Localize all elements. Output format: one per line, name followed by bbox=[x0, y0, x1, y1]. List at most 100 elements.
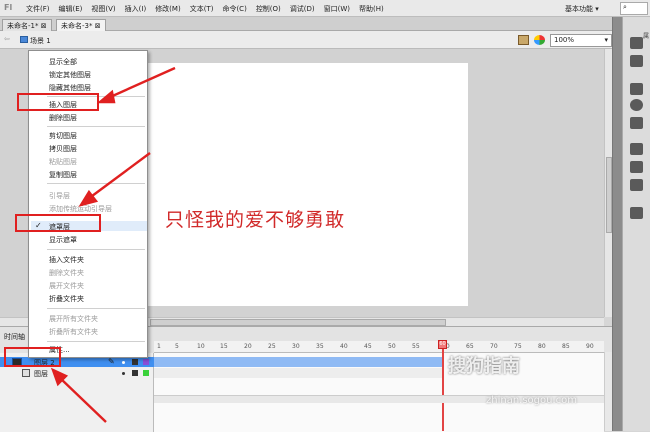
timeline-vertical-scrollbar[interactable] bbox=[604, 352, 612, 431]
annotation-box-layer bbox=[4, 347, 61, 367]
code-snippets-icon[interactable] bbox=[630, 207, 643, 219]
menu-item-guide: 引导层 bbox=[49, 192, 70, 200]
menu-text[interactable]: 文本(T) bbox=[190, 4, 214, 14]
stage-canvas[interactable] bbox=[130, 63, 468, 306]
components-icon[interactable] bbox=[630, 161, 643, 173]
layer-color-swatch[interactable] bbox=[143, 359, 149, 365]
menu-bar: Fl 文件(F) 编辑(E) 视图(V) 插入(I) 修改(M) 文本(T) 命… bbox=[0, 0, 650, 17]
lock-icon[interactable] bbox=[132, 359, 138, 365]
tools-panel bbox=[622, 17, 650, 431]
menu-debug[interactable]: 调试(D) bbox=[290, 4, 315, 14]
properties-label[interactable]: 属 bbox=[643, 31, 649, 40]
document-tabbar: 未命名-1* ⊠ 未命名-3* ⊠ bbox=[0, 17, 612, 31]
menu-insert[interactable]: 插入(I) bbox=[125, 4, 147, 14]
menu-items: 文件(F) 编辑(E) 视图(V) 插入(I) 修改(M) 文本(T) 命令(C… bbox=[26, 4, 384, 14]
timeline-ruler[interactable]: 1 5 10 15 20 25 30 35 40 45 50 55 60 65 … bbox=[154, 341, 604, 353]
align-icon[interactable] bbox=[630, 83, 643, 95]
menu-item-duplicate-layer[interactable]: 复制图层 bbox=[49, 170, 77, 180]
scene-label[interactable]: 场景 1 bbox=[30, 36, 51, 46]
tab-untitled-3[interactable]: 未命名-3* ⊠ bbox=[56, 19, 106, 31]
watermark-url: zhinan.sogou.com bbox=[486, 395, 578, 406]
menu-file[interactable]: 文件(F) bbox=[26, 4, 50, 14]
menu-separator bbox=[47, 249, 145, 250]
tick-label: 70 bbox=[490, 343, 498, 350]
menu-item-lock-others[interactable]: 锁定其他图层 bbox=[49, 70, 91, 80]
tick-label: 50 bbox=[388, 343, 396, 350]
tab-untitled-1[interactable]: 未命名-1* ⊠ bbox=[2, 19, 52, 31]
menu-item-hide-others[interactable]: 隐藏其他图层 bbox=[49, 83, 91, 93]
chevron-down-icon: ▾ bbox=[604, 36, 608, 44]
frames-area[interactable] bbox=[154, 353, 604, 432]
frame-row-2[interactable] bbox=[154, 357, 444, 367]
app-logo: Fl bbox=[4, 3, 13, 12]
menu-commands[interactable]: 命令(C) bbox=[222, 4, 246, 14]
stage-text[interactable]: 只怪我的爱不够勇敢 bbox=[165, 205, 345, 232]
tick-label: 10 bbox=[197, 343, 205, 350]
menu-item-show-masking[interactable]: 显示遮罩 bbox=[49, 235, 77, 245]
layer-icon bbox=[22, 369, 30, 377]
menu-item-collapse-all-folders: 折叠所有文件夹 bbox=[49, 328, 98, 336]
layer-row-1[interactable]: 图层 bbox=[0, 368, 154, 378]
workspace-switcher[interactable]: 基本功能 ▾ bbox=[565, 4, 599, 14]
tick-label: 80 bbox=[538, 343, 546, 350]
menu-separator bbox=[47, 308, 145, 309]
menu-edit[interactable]: 编辑(E) bbox=[59, 4, 83, 14]
menu-item-copy-layer[interactable]: 拷贝图层 bbox=[49, 144, 77, 154]
scene-bar: ⇦ 场景 1 100% ▾ bbox=[0, 31, 612, 49]
layer-name[interactable]: 图层 bbox=[34, 369, 48, 379]
timeline-tab[interactable]: 时间轴 bbox=[4, 332, 25, 342]
menu-control[interactable]: 控制(O) bbox=[256, 4, 281, 14]
visibility-dot[interactable] bbox=[122, 361, 125, 364]
tick-label: 85 bbox=[562, 343, 570, 350]
search-input[interactable]: ⌕ bbox=[620, 2, 648, 15]
tick-label: 40 bbox=[340, 343, 348, 350]
menu-item-cut-layer[interactable]: 剪切图层 bbox=[49, 131, 77, 141]
edit-scene-icon[interactable] bbox=[534, 35, 545, 45]
layer-color-swatch[interactable] bbox=[143, 370, 149, 376]
menu-item-expand-folder: 展开文件夹 bbox=[49, 282, 84, 290]
tick-label: 45 bbox=[364, 343, 372, 350]
tick-label: 90 bbox=[586, 343, 594, 350]
color-icon[interactable] bbox=[630, 37, 643, 49]
menu-window[interactable]: 窗口(W) bbox=[324, 4, 350, 14]
tick-label: 1 bbox=[157, 343, 161, 350]
watermark: 搜狗指南 bbox=[448, 356, 520, 377]
scroll-thumb[interactable] bbox=[150, 319, 446, 326]
menu-item-show-all[interactable]: 显示全部 bbox=[49, 57, 77, 67]
tick-label: 5 bbox=[175, 343, 179, 350]
zoom-value: 100% bbox=[554, 36, 575, 44]
tick-label: 35 bbox=[316, 343, 324, 350]
tick-label: 20 bbox=[244, 343, 252, 350]
menu-item-insert-folder[interactable]: 插入文件夹 bbox=[49, 255, 84, 265]
scene-icon bbox=[20, 36, 28, 43]
library-icon[interactable] bbox=[630, 143, 643, 155]
tick-label: 15 bbox=[220, 343, 228, 350]
menu-separator bbox=[47, 341, 145, 342]
menu-item-delete-layer[interactable]: 删除图层 bbox=[49, 113, 77, 123]
edit-symbols-icon[interactable] bbox=[518, 35, 529, 45]
back-arrow-icon[interactable]: ⇦ bbox=[4, 35, 10, 43]
visibility-dot[interactable] bbox=[122, 372, 125, 375]
menu-item-collapse-folder[interactable]: 折叠文件夹 bbox=[49, 294, 84, 304]
swatches-icon[interactable] bbox=[630, 55, 643, 67]
motion-presets-icon[interactable] bbox=[630, 179, 643, 191]
menu-modify[interactable]: 修改(M) bbox=[155, 4, 181, 14]
menu-separator bbox=[47, 183, 145, 184]
menu-item-paste-layer: 粘贴图层 bbox=[49, 158, 77, 166]
pencil-icon[interactable]: ✎ bbox=[108, 357, 115, 366]
transform-icon[interactable] bbox=[630, 117, 643, 129]
menu-help[interactable]: 帮助(H) bbox=[359, 4, 384, 14]
info-icon[interactable] bbox=[630, 99, 643, 111]
stage-vertical-scrollbar[interactable] bbox=[604, 49, 612, 317]
zoom-select[interactable]: 100% ▾ bbox=[550, 34, 612, 47]
playhead[interactable] bbox=[442, 340, 444, 431]
tick-label: 30 bbox=[292, 343, 300, 350]
frame-row-1[interactable] bbox=[154, 368, 444, 378]
menu-separator bbox=[47, 126, 145, 127]
tick-label: 65 bbox=[466, 343, 474, 350]
menu-item-expand-all-folders: 展开所有文件夹 bbox=[49, 315, 98, 323]
playhead-marker[interactable]: 60 bbox=[438, 340, 447, 349]
tick-label: 25 bbox=[268, 343, 276, 350]
menu-view[interactable]: 视图(V) bbox=[91, 4, 115, 14]
lock-icon[interactable] bbox=[132, 370, 138, 376]
